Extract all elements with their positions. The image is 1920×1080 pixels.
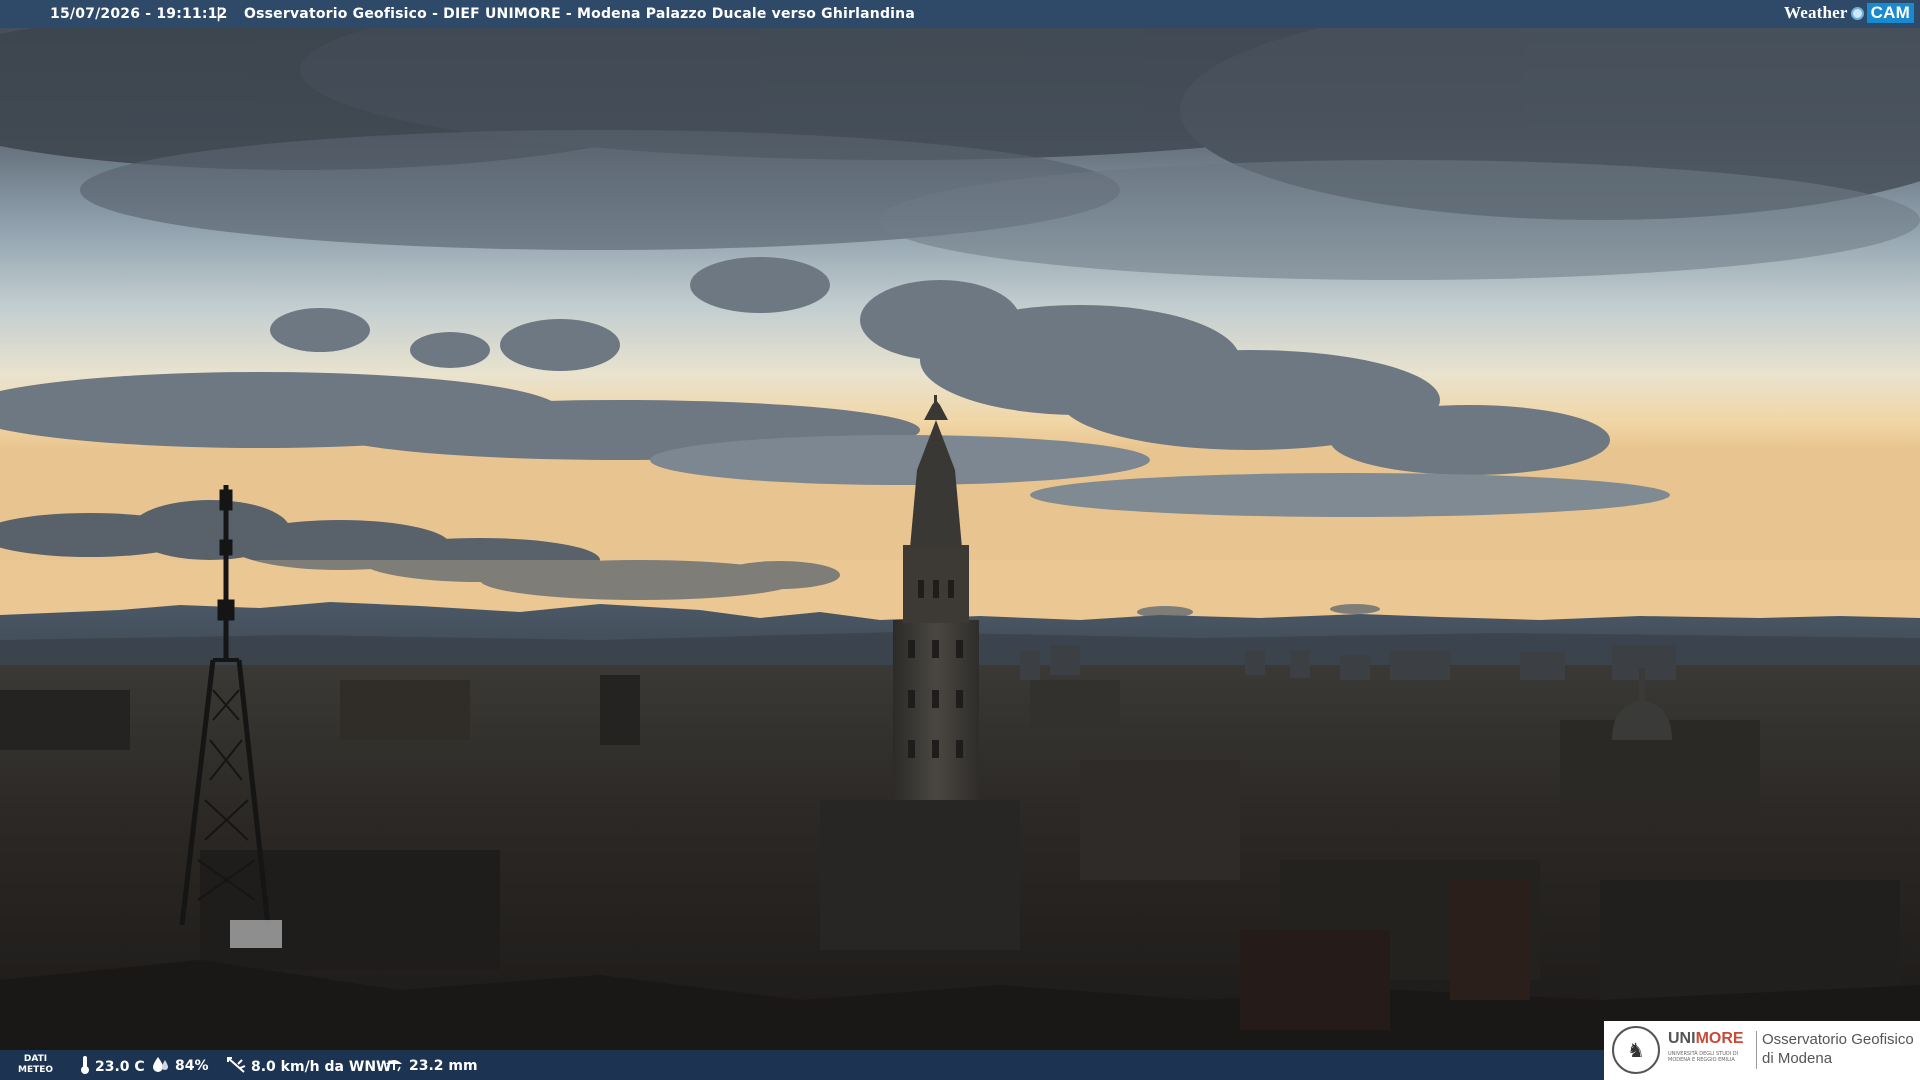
humidity-reading: 84% bbox=[152, 1056, 209, 1076]
wind-reading: 8.0 km/h da WNW bbox=[226, 1056, 391, 1078]
weathercam-dot-icon bbox=[1850, 6, 1864, 20]
unimore-subtitle: UNIVERSITÀ DEGLI STUDI DI MODENA E REGGI… bbox=[1668, 1051, 1739, 1063]
cloud-layer-upper bbox=[0, 0, 1920, 280]
rain-icon bbox=[384, 1056, 404, 1076]
humidity-value: 84% bbox=[175, 1058, 209, 1074]
dati-label-line1: DATI bbox=[23, 1054, 48, 1064]
weathercam-logo: Weather CAM bbox=[1784, 3, 1914, 23]
unimore-more: MORE bbox=[1695, 1030, 1744, 1047]
wind-icon bbox=[226, 1056, 246, 1078]
camera-title: Osservatorio Geofisico - DIEF UNIMORE - … bbox=[244, 6, 915, 22]
observatory-line2: di Modena bbox=[1762, 1050, 1833, 1067]
thermometer-icon bbox=[80, 1056, 90, 1078]
rain-reading: 23.2 mm bbox=[384, 1056, 478, 1076]
observatory-name: Osservatorio Geofisico di Modena bbox=[1762, 1030, 1914, 1068]
webcam-image bbox=[0, 0, 1920, 1080]
dati-meteo-label: DATI METEO bbox=[18, 1054, 53, 1076]
logo-divider bbox=[1756, 1031, 1757, 1069]
observatory-line1: Osservatorio Geofisico bbox=[1762, 1031, 1914, 1048]
unimore-uni: UNI bbox=[1668, 1030, 1696, 1047]
dati-label-line2: METEO bbox=[18, 1065, 54, 1075]
temperature-value: 23.0 C bbox=[95, 1059, 145, 1075]
weathercam-weather-text: Weather bbox=[1783, 3, 1848, 22]
timestamp: 15/07/2026 - 19:11:12 bbox=[50, 6, 228, 22]
temperature-reading: 23.0 C bbox=[80, 1056, 145, 1078]
humidity-drop-icon bbox=[152, 1056, 170, 1076]
unimore-logo: ♞ UNIMORE UNIVERSITÀ DEGLI STUDI DI MODE… bbox=[1604, 1021, 1920, 1080]
rain-value: 23.2 mm bbox=[409, 1058, 478, 1074]
unimore-wordmark: UNIMORE bbox=[1668, 1030, 1744, 1048]
header-bar: 15/07/2026 - 19:11:12 | Osservatorio Geo… bbox=[0, 0, 1920, 28]
header-separator: | bbox=[216, 6, 222, 22]
weathercam-cam-text: CAM bbox=[1866, 3, 1914, 23]
wind-value: 8.0 km/h da WNW bbox=[251, 1059, 392, 1075]
weather-bar: DATI METEO 23.0 C 84% 8.0 km/h da WNW 23… bbox=[0, 1050, 1604, 1080]
unimore-seal-icon: ♞ bbox=[1612, 1026, 1660, 1074]
